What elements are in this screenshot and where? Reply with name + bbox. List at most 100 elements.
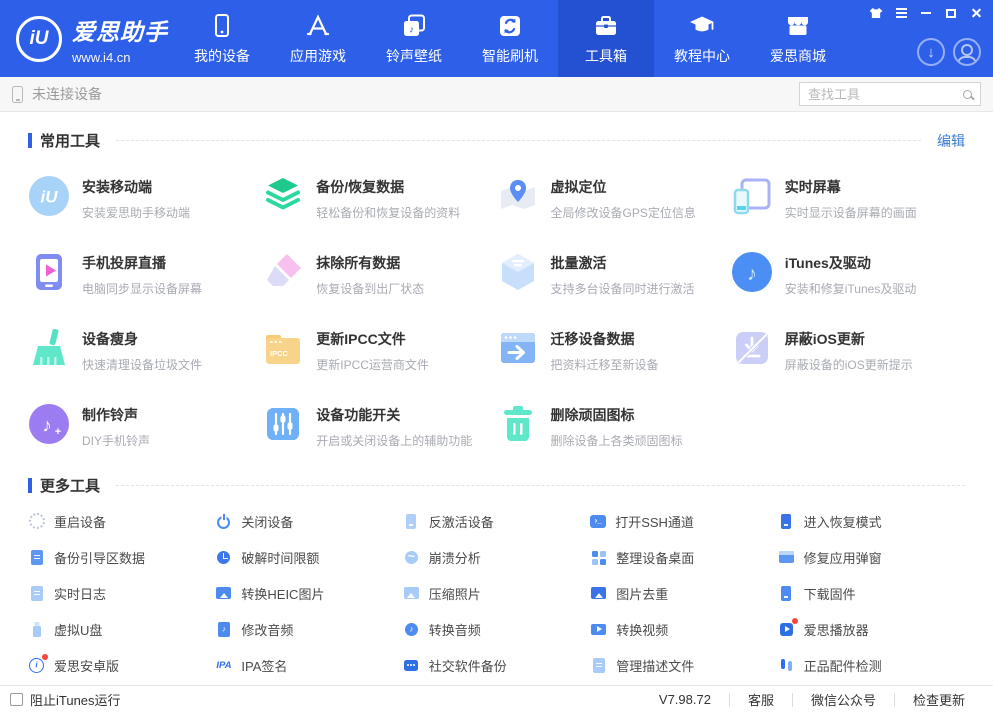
maximize-icon[interactable] <box>940 4 962 22</box>
mt-edit-audio[interactable]: 修改音频 <box>215 619 402 639</box>
section-accent-bar <box>28 133 32 148</box>
tab-tutorial-center[interactable]: 教程中心 <box>654 0 750 77</box>
edit-link[interactable]: 编辑 <box>937 131 965 151</box>
mt-accessory-check[interactable]: 正品配件检测 <box>778 655 965 675</box>
tool-block-ios-update[interactable]: 屏蔽iOS更新 屏蔽设备的iOS更新提示 <box>731 327 965 373</box>
tab-i4-store[interactable]: 爱思商城 <box>750 0 846 77</box>
heic-photo-icon <box>215 585 232 602</box>
check-update-link[interactable]: 检查更新 <box>895 690 983 709</box>
tool-erase-all-data[interactable]: 抹除所有数据 恢复设备到出厂状态 <box>262 251 496 297</box>
tool-install-mobile[interactable]: iU 安装移动端 安装爱思助手移动端 <box>28 175 262 221</box>
tool-batch-activate[interactable]: 批量激活 支持多台设备同时进行激活 <box>497 251 731 297</box>
tab-label: 铃声壁纸 <box>386 48 442 64</box>
tool-virtual-location[interactable]: 虚拟定位 全局修改设备GPS定位信息 <box>497 175 731 221</box>
tab-ringtones-wallpapers[interactable]: ♪ 铃声壁纸 <box>366 0 462 77</box>
mt-download-firmware[interactable]: 下载固件 <box>778 583 965 603</box>
recovery-phone-icon <box>778 513 795 530</box>
user-icon[interactable] <box>953 38 981 66</box>
tool-update-ipcc[interactable]: IPCC 更新IPCC文件 更新IPCC运营商文件 <box>262 327 496 373</box>
tool-screen-mirror-live[interactable]: 手机投屏直播 电脑同步显示设备屏幕 <box>28 251 262 297</box>
minimize-icon[interactable] <box>915 4 937 22</box>
mt-convert-video[interactable]: 转换视频 <box>590 619 777 639</box>
mt-label: 重启设备 <box>54 514 107 530</box>
mt-label: 反激活设备 <box>428 514 494 530</box>
profile-doc-icon <box>590 657 607 674</box>
tool-feature-switch[interactable]: 设备功能开关 开启或关闭设备上的辅助功能 <box>262 403 496 449</box>
mt-realtime-log[interactable]: 实时日志 <box>28 583 215 603</box>
wechat-official-link[interactable]: 微信公众号 <box>793 690 894 709</box>
red-dot-badge <box>42 653 48 660</box>
mt-compress-photos[interactable]: 压缩照片 <box>403 583 590 603</box>
ipcc-folder-icon: IPCC <box>262 327 304 369</box>
mt-label: 压缩照片 <box>428 586 481 602</box>
mt-crack-time-limit[interactable]: 破解时间限额 <box>215 547 402 567</box>
mt-convert-audio[interactable]: 转换音频 <box>403 619 590 639</box>
mt-image-dedupe[interactable]: 图片去重 <box>590 583 777 603</box>
app-header: iU 爱思助手 www.i4.cn 我的设备 应用游戏 ♪ 铃声壁纸 智能刷机 … <box>0 0 993 77</box>
mt-label: 打开SSH通道 <box>615 514 694 530</box>
mt-ssh-tunnel[interactable]: 打开SSH通道 <box>590 511 777 531</box>
mt-label: 关闭设备 <box>241 514 294 530</box>
tool-title: 删除顽固图标 <box>550 407 635 423</box>
menu-icon[interactable] <box>890 4 912 22</box>
tool-live-screen[interactable]: 实时屏幕 实时显示设备屏幕的画面 <box>731 175 965 221</box>
main-nav: 我的设备 应用游戏 ♪ 铃声壁纸 智能刷机 工具箱 教程中心 爱思商城 <box>174 0 846 77</box>
fix-popup-window-icon <box>778 549 795 566</box>
tab-my-devices[interactable]: 我的设备 <box>174 0 270 77</box>
mt-backup-bootbank[interactable]: 备份引导区数据 <box>28 547 215 567</box>
mt-deactivate[interactable]: 反激活设备 <box>403 511 590 531</box>
close-icon[interactable] <box>965 4 987 22</box>
tab-toolbox[interactable]: 工具箱 <box>558 0 654 77</box>
search-icon[interactable] <box>963 89 972 99</box>
tool-delete-stubborn-icons[interactable]: 删除顽固图标 删除设备上各类顽固图标 <box>497 403 731 449</box>
mt-virtual-usb[interactable]: 虚拟U盘 <box>28 619 215 639</box>
mt-recovery-mode[interactable]: 进入恢复模式 <box>778 511 965 531</box>
tool-title: 批量激活 <box>550 255 607 271</box>
desktop-grid-icon <box>590 549 607 566</box>
tool-title: 抹除所有数据 <box>316 255 401 271</box>
power-off-icon <box>215 513 232 530</box>
search-input[interactable] <box>808 86 963 102</box>
phone-icon <box>209 11 235 39</box>
tab-label: 爱思商城 <box>770 48 826 64</box>
tool-title: 迁移设备数据 <box>550 331 635 347</box>
mt-label: 正品配件检测 <box>803 658 882 674</box>
tool-backup-restore[interactable]: 备份/恢复数据 轻松备份和恢复设备的资料 <box>262 175 496 221</box>
mt-crash-analysis[interactable]: 崩溃分析 <box>403 547 590 567</box>
tool-itunes-driver[interactable]: ♪ iTunes及驱动 安装和修复iTunes及驱动 <box>731 251 965 297</box>
section-divider <box>116 140 921 141</box>
deactivate-phone-icon <box>403 513 420 530</box>
tool-make-ringtone[interactable]: ♪ + 制作铃声 DIY手机铃声 <box>28 403 262 449</box>
convert-video-icon <box>590 621 607 638</box>
block-update-icon <box>731 327 773 369</box>
block-itunes-checkbox[interactable] <box>10 693 23 706</box>
customer-service-link[interactable]: 客服 <box>730 690 792 709</box>
usb-disk-icon <box>28 621 45 638</box>
mt-label: 转换音频 <box>428 622 481 638</box>
tool-device-slimming[interactable]: 设备瘦身 快速清理设备垃圾文件 <box>28 327 262 373</box>
toolbox-content: 常用工具 编辑 iU 安装移动端 安装爱思助手移动端 备份/恢复数据 轻松备份和恢复… <box>0 112 993 685</box>
mt-i4-player[interactable]: 爱思播放器 <box>778 617 965 639</box>
mt-fix-app-popup[interactable]: 修复应用弹窗 <box>778 547 965 567</box>
mt-social-backup[interactable]: 社交软件备份 <box>403 655 590 675</box>
dedupe-photo-icon <box>590 585 607 602</box>
skin-icon[interactable] <box>865 4 887 22</box>
restart-icon <box>28 513 45 530</box>
more-tools-grid: 重启设备 关闭设备 反激活设备 打开SSH通道 进入恢复模式 备份引导区数据 破… <box>28 511 965 685</box>
mt-manage-profiles[interactable]: 管理描述文件 <box>590 655 777 675</box>
mt-power-off[interactable]: 关闭设备 <box>215 511 402 531</box>
tab-apps-games[interactable]: 应用游戏 <box>270 0 366 77</box>
mt-i4-android[interactable]: 爱思安卓版 <box>28 653 215 675</box>
mt-restart-device[interactable]: 重启设备 <box>28 511 215 531</box>
mt-ipa-sign[interactable]: IPA签名 <box>215 655 402 675</box>
tool-subtitle: 更新IPCC运营商文件 <box>316 358 429 372</box>
mt-label: 破解时间限额 <box>241 550 320 566</box>
mt-heic-convert[interactable]: 转换HEIC图片 <box>215 583 402 603</box>
tool-migrate-data[interactable]: 迁移设备数据 把资料迁移至新设备 <box>497 327 731 373</box>
download-icon[interactable]: ↓ <box>917 38 945 66</box>
tool-subtitle: 快速清理设备垃圾文件 <box>82 358 203 372</box>
tool-search[interactable] <box>799 82 981 106</box>
section-title: 更多工具 <box>40 478 101 495</box>
tab-smart-flash[interactable]: 智能刷机 <box>462 0 558 77</box>
mt-organize-desktop[interactable]: 整理设备桌面 <box>590 547 777 567</box>
